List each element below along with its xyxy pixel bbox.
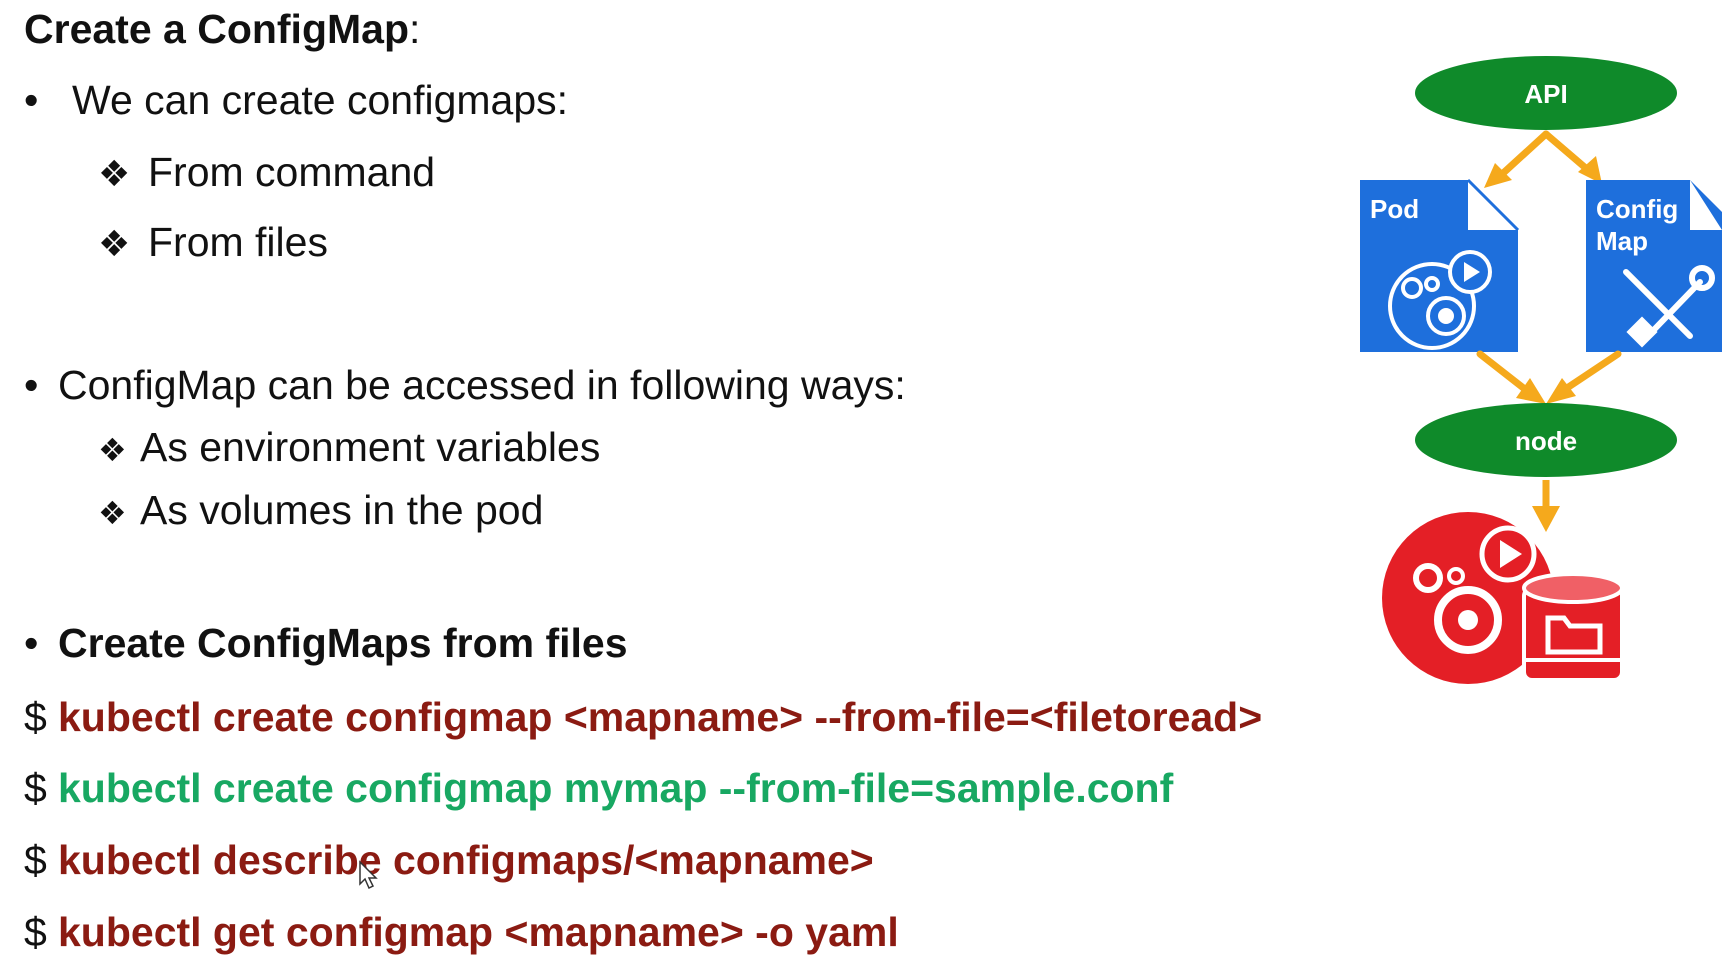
bullet-dot: • (24, 620, 39, 666)
arrows-to-node (1476, 350, 1622, 394)
diamond-bullet: ❖ (98, 154, 131, 195)
diamond-bullet: ❖ (98, 224, 131, 265)
node-node: node (1415, 403, 1677, 477)
list-item: ❖ As volumes in the pod (98, 484, 543, 539)
command-line: $ kubectl get configmap <mapname> -o yaml (24, 905, 899, 959)
command-line: $ kubectl describe configmaps/<mapname> (24, 833, 874, 887)
list-item: ❖ From files (98, 216, 328, 271)
command-text: kubectl create configmap mymap --from-fi… (58, 765, 1174, 811)
pod-document: Pod (1360, 178, 1520, 352)
node-label: node (1515, 426, 1577, 456)
prompt-symbol: $ (24, 909, 47, 955)
slide: Create a ConfigMap: • We can create confi… (0, 0, 1722, 963)
api-node: API (1415, 56, 1677, 130)
configmap-label-line1: Config (1596, 194, 1678, 224)
prompt-symbol: $ (24, 694, 47, 740)
list-item: ❖ From command (98, 146, 435, 201)
diamond-bullet: ❖ (98, 494, 127, 532)
gears-database-icon (1382, 512, 1624, 684)
bullet-dot: • (24, 77, 39, 123)
api-label: API (1524, 79, 1567, 109)
bullet-create-configmaps: • We can create configmaps: (24, 74, 568, 126)
bullet-access-ways: • ConfigMap can be accessed in following … (24, 359, 906, 411)
prompt-symbol: $ (24, 837, 47, 883)
arrows-from-api (1496, 130, 1592, 180)
list-item: ❖ As environment variables (98, 421, 600, 476)
command-line: $ kubectl create configmap <mapname> --fr… (24, 690, 1262, 744)
prompt-symbol: $ (24, 765, 47, 811)
mouse-cursor-icon (359, 860, 378, 890)
slide-title: Create a ConfigMap: (24, 6, 421, 52)
diamond-bullet: ❖ (98, 431, 127, 469)
command-text: kubectl get configmap <mapname> -o yaml (58, 909, 899, 955)
command-text: kubectl describe configmaps/<mapname> (58, 837, 874, 883)
configmap-label-line2: Map (1596, 226, 1648, 256)
pod-label: Pod (1370, 194, 1419, 224)
configmap-diagram: API Pod Config Map node (1360, 56, 1722, 684)
command-text: kubectl create configmap <mapname> --fro… (58, 694, 1263, 740)
bullet-dot: • (24, 362, 39, 408)
arrow-to-runtime (1532, 480, 1560, 532)
bullet-create-from-files: • Create ConfigMaps from files (24, 617, 628, 669)
configmap-document: Config Map (1586, 180, 1722, 352)
command-line: $ kubectl create configmap mymap --from-f… (24, 761, 1173, 815)
